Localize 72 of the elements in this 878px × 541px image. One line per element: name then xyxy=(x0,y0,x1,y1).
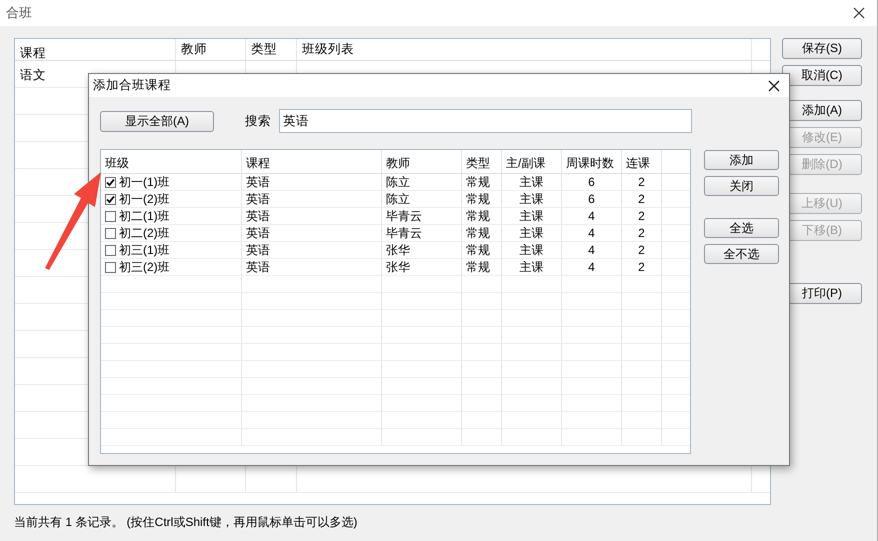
table-cell: 陈立 xyxy=(386,191,410,207)
table-cell: 常规 xyxy=(466,191,490,207)
table-cell: 英语 xyxy=(246,208,270,224)
table-cell: 4 xyxy=(588,208,595,224)
table-cell: 主课 xyxy=(520,208,544,224)
table-cell: 2 xyxy=(638,191,645,207)
show-all-button[interactable]: 显示全部(A) xyxy=(100,110,214,132)
table-cell: 初一(2)班 xyxy=(119,191,170,207)
table-cell: 主课 xyxy=(520,242,544,258)
table-cell: 4 xyxy=(588,225,595,241)
table-cell: 6 xyxy=(588,191,595,207)
table-cell: 陈立 xyxy=(386,174,410,190)
table-cell: 英语 xyxy=(246,225,270,241)
column-header: 类型 xyxy=(462,150,502,173)
dialog-button[interactable]: 全不选 xyxy=(704,244,779,264)
side-button[interactable]: 取消(C) xyxy=(782,65,862,86)
column-header: 课程 xyxy=(242,150,382,173)
table-cell: 2 xyxy=(638,225,645,241)
table-cell: 主课 xyxy=(520,191,544,207)
column-header: 连课 xyxy=(622,150,662,173)
table-cell: 2 xyxy=(638,208,645,224)
checkbox[interactable] xyxy=(105,176,116,188)
column-header: 周课时数 xyxy=(562,150,622,173)
column-header: 主/副课 xyxy=(502,150,562,173)
checkbox[interactable] xyxy=(105,194,116,204)
checkbox[interactable] xyxy=(105,244,116,256)
table-cell: 英语 xyxy=(246,259,270,275)
column-header: 教师 xyxy=(176,39,246,60)
column-header: 类型 xyxy=(246,39,297,60)
table-cell: 初三(1)班 xyxy=(119,242,170,258)
table-cell: 主课 xyxy=(520,174,544,190)
column-header: 班级 xyxy=(101,150,242,173)
table-cell: 毕青云 xyxy=(386,225,422,241)
table-cell: 2 xyxy=(638,174,645,190)
table-cell: 张华 xyxy=(386,259,410,275)
status-text: 当前共有 1 条记录。 (按住Ctrl或Shift键，再用鼠标单击可以多选) xyxy=(14,514,358,531)
checkbox[interactable] xyxy=(105,262,116,272)
table-cell: 常规 xyxy=(466,174,490,190)
column-header: 教师 xyxy=(382,150,462,173)
table-cell: 英语 xyxy=(246,174,270,190)
close-icon[interactable] xyxy=(853,7,865,19)
table-cell: 初一(1)班 xyxy=(119,174,170,190)
table-cell: 初二(1)班 xyxy=(119,208,170,224)
table-cell: 常规 xyxy=(466,208,490,224)
table-cell: 4 xyxy=(588,259,595,275)
table-cell: 常规 xyxy=(466,242,490,258)
checkbox[interactable] xyxy=(105,210,116,222)
table-cell: 2 xyxy=(638,259,645,275)
search-label: 搜索 xyxy=(245,112,271,130)
close-icon[interactable] xyxy=(768,80,780,92)
checkbox[interactable] xyxy=(105,228,116,238)
table-cell: 常规 xyxy=(466,225,490,241)
table-cell: 英语 xyxy=(246,191,270,207)
table-cell: 主课 xyxy=(520,259,544,275)
column-header: 课程 xyxy=(15,39,176,60)
dialog-button[interactable]: 添加 xyxy=(704,150,779,170)
table-cell: 主课 xyxy=(520,225,544,241)
table-cell: 英语 xyxy=(246,242,270,258)
column-header: 班级列表 xyxy=(297,39,752,60)
table-cell: 6 xyxy=(588,174,595,190)
side-button[interactable]: 保存(S) xyxy=(782,38,862,59)
table-cell: 常规 xyxy=(466,259,490,275)
table-cell: 张华 xyxy=(386,242,410,258)
table-cell: 4 xyxy=(588,242,595,258)
dialog-button[interactable]: 关闭 xyxy=(704,176,779,196)
search-field[interactable]: 英语 xyxy=(279,109,692,133)
table-cell: 毕青云 xyxy=(386,208,422,224)
table-cell: 2 xyxy=(638,242,645,258)
window-title: 合班 xyxy=(6,4,32,22)
dialog-button[interactable]: 全选 xyxy=(704,218,779,238)
table-cell: 初三(2)班 xyxy=(119,259,170,275)
table-cell: 初二(2)班 xyxy=(119,225,170,241)
